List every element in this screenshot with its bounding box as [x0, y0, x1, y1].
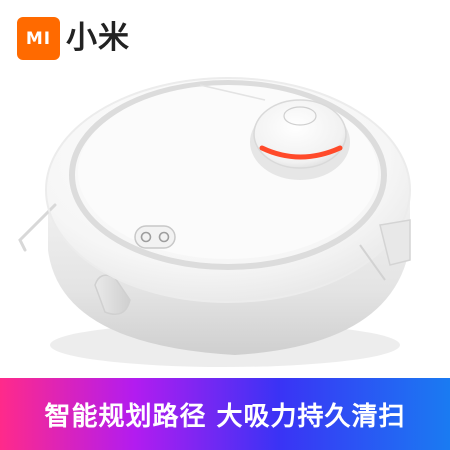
promo-banner-text: 智能规划路径 大吸力持久清扫: [44, 401, 406, 432]
promo-banner: 智能规划路径 大吸力持久清扫: [0, 378, 450, 450]
robot-vacuum-image: [18, 77, 411, 367]
product-ad: MI 小米 智能规划路径 大吸力持久清扫: [0, 0, 450, 450]
